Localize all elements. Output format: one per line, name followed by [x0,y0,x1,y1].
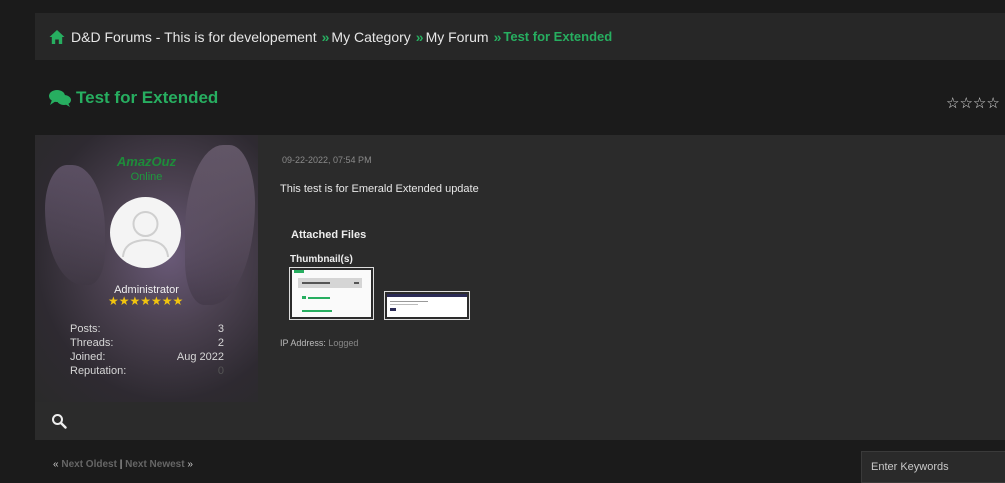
ip-value: Logged [328,338,359,348]
next-newest-link[interactable]: Next Newest [125,459,184,470]
search-icon[interactable] [51,413,67,429]
prev-arrow: « [53,459,59,470]
next-oldest-link[interactable]: Next Oldest [61,459,117,470]
thumbnail-image [387,294,467,317]
breadcrumb-link-forums[interactable]: D&D Forums - This is for developement [71,29,317,45]
user-icon [122,211,169,258]
stat-label: Threads: [70,337,114,349]
stat-label: Joined: [70,351,106,363]
attachment-thumbnail[interactable] [289,267,374,320]
thumbnails-label: Thumbnail(s) [290,254,353,265]
author-panel: AmazOuz Online Administrator ★★★★★★★ Pos… [35,135,258,402]
stat-value: 2 [217,337,224,349]
next-arrow: » [187,459,193,470]
background-art [185,145,255,305]
thread-title-text: Test for Extended [76,88,219,107]
ip-label: IP Address: [280,338,326,348]
thread-rating[interactable]: ☆☆☆☆ [946,96,1000,112]
online-status: Online [130,171,163,183]
user-stars: ★★★★★★★ [108,295,183,307]
stat-row: Threads: 2 [70,336,224,350]
thread-title: Test for Extended [49,88,218,108]
breadcrumb-separator: » [415,28,424,45]
stat-row: Posts: 3 [70,322,224,336]
breadcrumb-link-forum[interactable]: My Forum [426,29,489,45]
ip-address: IP Address: Logged [280,338,358,348]
post-body: This test is for Emerald Extended update [280,183,479,195]
search-keywords-input[interactable] [861,451,1005,483]
stat-label: Reputation: [70,365,127,377]
attachment-thumbnail[interactable] [384,291,470,320]
post-date: 09-22-2022, 07:54 PM [282,155,372,165]
breadcrumb-separator: » [493,28,502,45]
breadcrumb-link-category[interactable]: My Category [331,29,410,45]
breadcrumb-separator: » [321,28,330,45]
stat-value: Aug 2022 [176,351,224,363]
stat-value: 3 [217,323,224,335]
attachments-title: Attached Files [291,229,367,241]
background-art [45,165,105,285]
avatar[interactable] [110,197,181,268]
rating-stars[interactable]: ☆☆☆☆ [946,96,1000,112]
post: AmazOuz Online Administrator ★★★★★★★ Pos… [35,135,1005,440]
author-stats: Posts: 3 Threads: 2 Joined: Aug 2022 Rep… [70,322,224,378]
thumbnail-image [292,270,371,317]
stat-label: Posts: [70,323,101,335]
stat-row: Reputation: 0 [70,364,224,378]
breadcrumb: D&D Forums - This is for developement » … [35,13,1005,60]
stat-value: 0 [217,365,224,377]
breadcrumb-current: Test for Extended [503,29,613,44]
pager-divider: | [119,459,123,470]
star-icon: ★★★★★★★ [108,294,184,308]
comments-icon [49,90,71,107]
username[interactable]: AmazOuz [35,154,258,169]
home-icon[interactable] [49,29,65,45]
stat-row: Joined: Aug 2022 [70,350,224,364]
thread-pager: « Next Oldest | Next Newest » [53,459,193,470]
